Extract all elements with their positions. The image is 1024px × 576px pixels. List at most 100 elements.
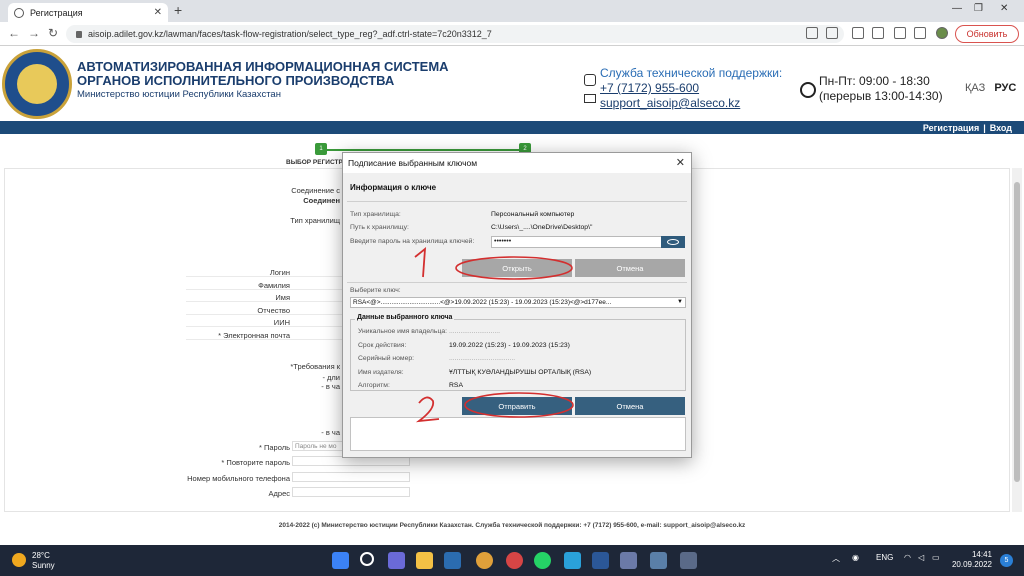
selected-key-group: Данные выбранного ключа Уникальное имя в…	[350, 314, 686, 391]
globe-icon	[14, 7, 24, 18]
page-scrollbar[interactable]	[1012, 168, 1022, 512]
wifi-icon[interactable]: ◠	[904, 553, 911, 562]
notification-badge[interactable]: 5	[1000, 554, 1013, 567]
whatsapp-icon[interactable]	[534, 552, 551, 569]
key-select[interactable]: RSA<@>.................................<…	[350, 297, 686, 308]
lang-ru[interactable]: РУС	[994, 82, 1016, 94]
label-login: Логин	[269, 268, 290, 277]
file-explorer-icon[interactable]	[416, 552, 433, 569]
login-link[interactable]: Вход	[990, 123, 1012, 133]
chevron-down-icon: ▼	[677, 299, 683, 305]
url-text: aisoip.adilet.gov.kz/lawman/faces/task-f…	[88, 29, 492, 39]
key-password-input[interactable]: •••••••	[491, 236, 685, 248]
language-switch: ҚАЗ РУС	[965, 82, 1016, 94]
phone-input[interactable]	[292, 472, 410, 482]
dialog-title: Подписание выбранным ключом	[348, 158, 478, 168]
sun-icon	[12, 553, 26, 567]
share-icon[interactable]	[806, 27, 818, 39]
extension-icon-2[interactable]	[872, 27, 884, 39]
label-email: * Электронная почта	[218, 331, 290, 340]
close-tab-icon[interactable]: ✕	[154, 7, 162, 18]
divider	[347, 201, 687, 202]
telegram-icon[interactable]	[564, 552, 581, 569]
cancel-send-button[interactable]: Отмена	[575, 397, 685, 415]
label-storage-type: Тип хранилищ	[290, 216, 340, 225]
volume-icon[interactable]: ◁	[918, 553, 924, 562]
tray-chevron-icon[interactable]: ︿	[832, 553, 840, 564]
phone-icon	[584, 74, 596, 86]
back-button[interactable]: ←	[8, 26, 20, 40]
support-phone-link[interactable]: +7 (7172) 955-600	[600, 81, 699, 95]
app-icon[interactable]	[620, 552, 637, 569]
puzzle-icon[interactable]	[894, 27, 906, 39]
password-req-2: - в ча	[321, 382, 340, 391]
lang-kz[interactable]: ҚАЗ	[965, 82, 985, 94]
validity-value: 19.09.2022 (15:23) - 19.09.2023 (15:23)	[449, 342, 570, 349]
clock-icon	[800, 82, 816, 98]
show-password-eye-icon[interactable]	[661, 236, 685, 248]
sign-key-dialog: Подписание выбранным ключом ✕ Информация…	[342, 152, 692, 458]
step-label: ВЫБОР РЕГИСТРА	[286, 159, 347, 166]
annotation-circle-1	[455, 256, 573, 280]
battery-icon[interactable]: ▭	[932, 553, 940, 562]
register-link[interactable]: Регистрация	[923, 123, 979, 133]
extension-icon[interactable]	[852, 27, 864, 39]
close-window-icon[interactable]: ✕	[1000, 3, 1008, 14]
start-icon[interactable]	[332, 552, 349, 569]
browser-toolbar: ← → ↻ aisoip.adilet.gov.kz/lawman/faces/…	[0, 22, 1024, 46]
address-bar[interactable]: aisoip.adilet.gov.kz/lawman/faces/task-f…	[66, 25, 844, 43]
storage-type-label: Тип хранилища:	[350, 211, 401, 218]
tab-title: Регистрация	[30, 7, 83, 18]
minimize-icon[interactable]: —	[952, 3, 962, 14]
reload-button[interactable]: ↻	[48, 26, 58, 40]
label-iin: ИИН	[273, 318, 290, 327]
forward-button[interactable]: →	[28, 26, 40, 40]
key-info-header: Информация о ключе	[350, 183, 437, 192]
restore-icon[interactable]: ❐	[974, 3, 983, 14]
label-phone: Номер мобильного телефона	[187, 474, 290, 483]
password-req-1: - дли	[322, 373, 340, 382]
support-email-link[interactable]: support_aisoip@alseco.kz	[600, 96, 740, 110]
select-key-label: Выберите ключ:	[350, 287, 401, 294]
password-label: Введите пароль на хранилища ключей:	[350, 238, 475, 245]
app-icon-3[interactable]	[680, 552, 697, 569]
chrome-icon[interactable]	[476, 552, 493, 569]
input-language[interactable]: ENG	[876, 553, 893, 562]
tray-app-icon[interactable]: ◉	[852, 553, 859, 562]
page-footer: 2014-2022 (с) Министерство юстиции Респу…	[278, 522, 746, 529]
chat-icon[interactable]	[388, 552, 405, 569]
storage-type-value: Персональный компьютер	[491, 211, 575, 218]
sidebar-icon[interactable]	[914, 27, 926, 39]
new-tab-button[interactable]: +	[174, 2, 182, 18]
address-input[interactable]	[292, 487, 410, 497]
dialog-close-icon[interactable]: ✕	[676, 156, 685, 169]
system-clock[interactable]: 14:41 20.09.2022	[950, 550, 992, 570]
mail-app-icon[interactable]	[444, 552, 461, 569]
status-area	[350, 417, 686, 451]
label-lastname: Фамилия	[258, 281, 290, 290]
bookmark-star-icon[interactable]	[826, 27, 838, 39]
app-icon-2[interactable]	[650, 552, 667, 569]
algorithm-value: RSA	[449, 382, 463, 389]
nav-bar	[0, 121, 1024, 134]
label-repeat-password: * Повторите пароль	[221, 458, 290, 467]
algorithm-label: Алгоритм:	[358, 382, 390, 389]
annotation-circle-2	[464, 392, 574, 418]
label-connection: Соединение с	[291, 186, 340, 195]
mail-icon	[584, 94, 596, 103]
password-requirements-title: *Требования к	[290, 362, 340, 371]
browser-tab[interactable]: Регистрация ✕	[8, 3, 168, 22]
cancel-open-button[interactable]: Отмена	[575, 259, 685, 277]
chrome-profile-icon[interactable]	[506, 552, 523, 569]
label-connection-status: Соединен	[303, 196, 340, 205]
label-password: * Пароль	[258, 443, 290, 452]
owner-value: ...........................	[449, 328, 500, 335]
update-button[interactable]: Обновить	[955, 25, 1019, 43]
site-header: АВТОМАТИЗИРОВАННАЯ ИНФОРМАЦИОННАЯ СИСТЕМ…	[0, 46, 1024, 121]
storage-path-label: Путь к хранилищу:	[350, 224, 409, 231]
avatar[interactable]	[936, 27, 948, 39]
word-icon[interactable]	[592, 552, 609, 569]
windows-taskbar: 28°C Sunny ︿ ◉ ENG ◠ ◁ ▭ 14:41 20.09.202…	[0, 545, 1024, 576]
search-icon[interactable]	[360, 552, 374, 566]
step-progress-line	[326, 149, 522, 151]
